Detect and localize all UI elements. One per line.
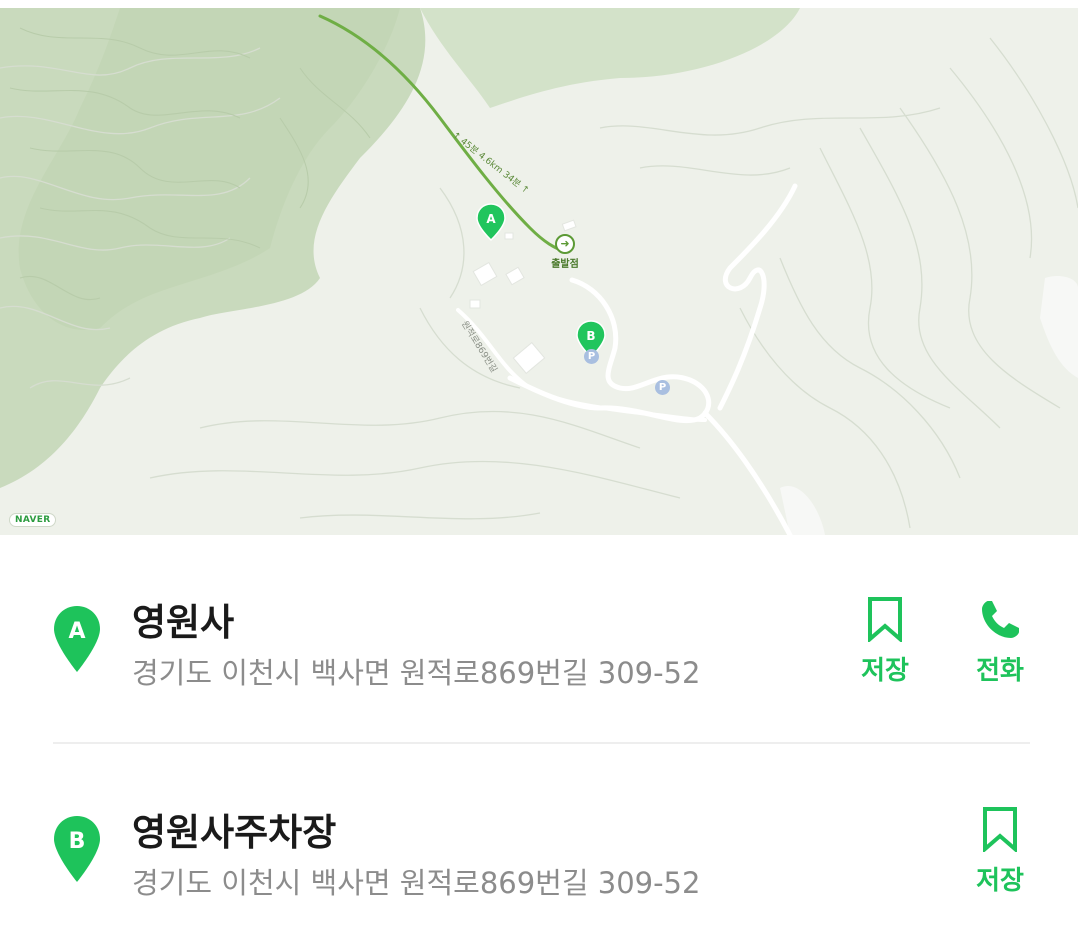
call-label: 전화 xyxy=(976,656,1024,686)
map-terrain xyxy=(0,8,1078,535)
start-point-label: 출발점 xyxy=(551,259,579,270)
result-pin-a-letter: A xyxy=(68,619,85,644)
phone-icon xyxy=(982,601,1019,638)
parking-icon[interactable]: P xyxy=(584,349,599,364)
naver-logo: NAVER xyxy=(9,513,57,527)
result-title[interactable]: 영원사 xyxy=(132,592,234,646)
bookmark-icon xyxy=(868,597,902,642)
result-address: 경기도 이천시 백사면 원적로869번길 309-52 xyxy=(132,656,701,690)
bookmark-icon xyxy=(983,807,1017,852)
save-button[interactable]: 저장 xyxy=(845,596,925,687)
result-item-b[interactable]: B 영원사주차장 경기도 이천시 백사면 원적로869번길 309-52 저장 xyxy=(0,770,1078,949)
result-pin-a: A xyxy=(54,606,100,672)
result-divider xyxy=(53,742,1030,744)
call-button[interactable]: 전화 xyxy=(960,598,1040,687)
result-pin-b: B xyxy=(54,816,100,882)
result-item-a[interactable]: A 영원사 경기도 이천시 백사면 원적로869번길 309-52 저장 전화 xyxy=(0,560,1078,740)
map-marker-a[interactable]: A xyxy=(476,203,506,241)
result-address: 경기도 이천시 백사면 원적로869번길 309-52 xyxy=(132,866,701,900)
map-marker-b-letter: B xyxy=(586,329,595,343)
arrow-right-icon: ➜ xyxy=(555,234,575,254)
save-label: 저장 xyxy=(861,656,909,686)
map-view[interactable]: ↑ 45분 4.6km 34분 ↑ 원적로869번길 A B P P ➜ 출발점… xyxy=(0,8,1078,535)
result-title[interactable]: 영원사주차장 xyxy=(132,802,336,856)
result-pin-b-letter: B xyxy=(69,829,86,854)
route-start-point[interactable]: ➜ 출발점 xyxy=(540,234,590,270)
save-button[interactable]: 저장 xyxy=(960,806,1040,897)
parking-icon[interactable]: P xyxy=(655,380,670,395)
map-marker-a-letter: A xyxy=(486,212,496,226)
save-label: 저장 xyxy=(976,866,1024,896)
map-search-screen: ↑ 45분 4.6km 34분 ↑ 원적로869번길 A B P P ➜ 출발점… xyxy=(0,0,1078,949)
